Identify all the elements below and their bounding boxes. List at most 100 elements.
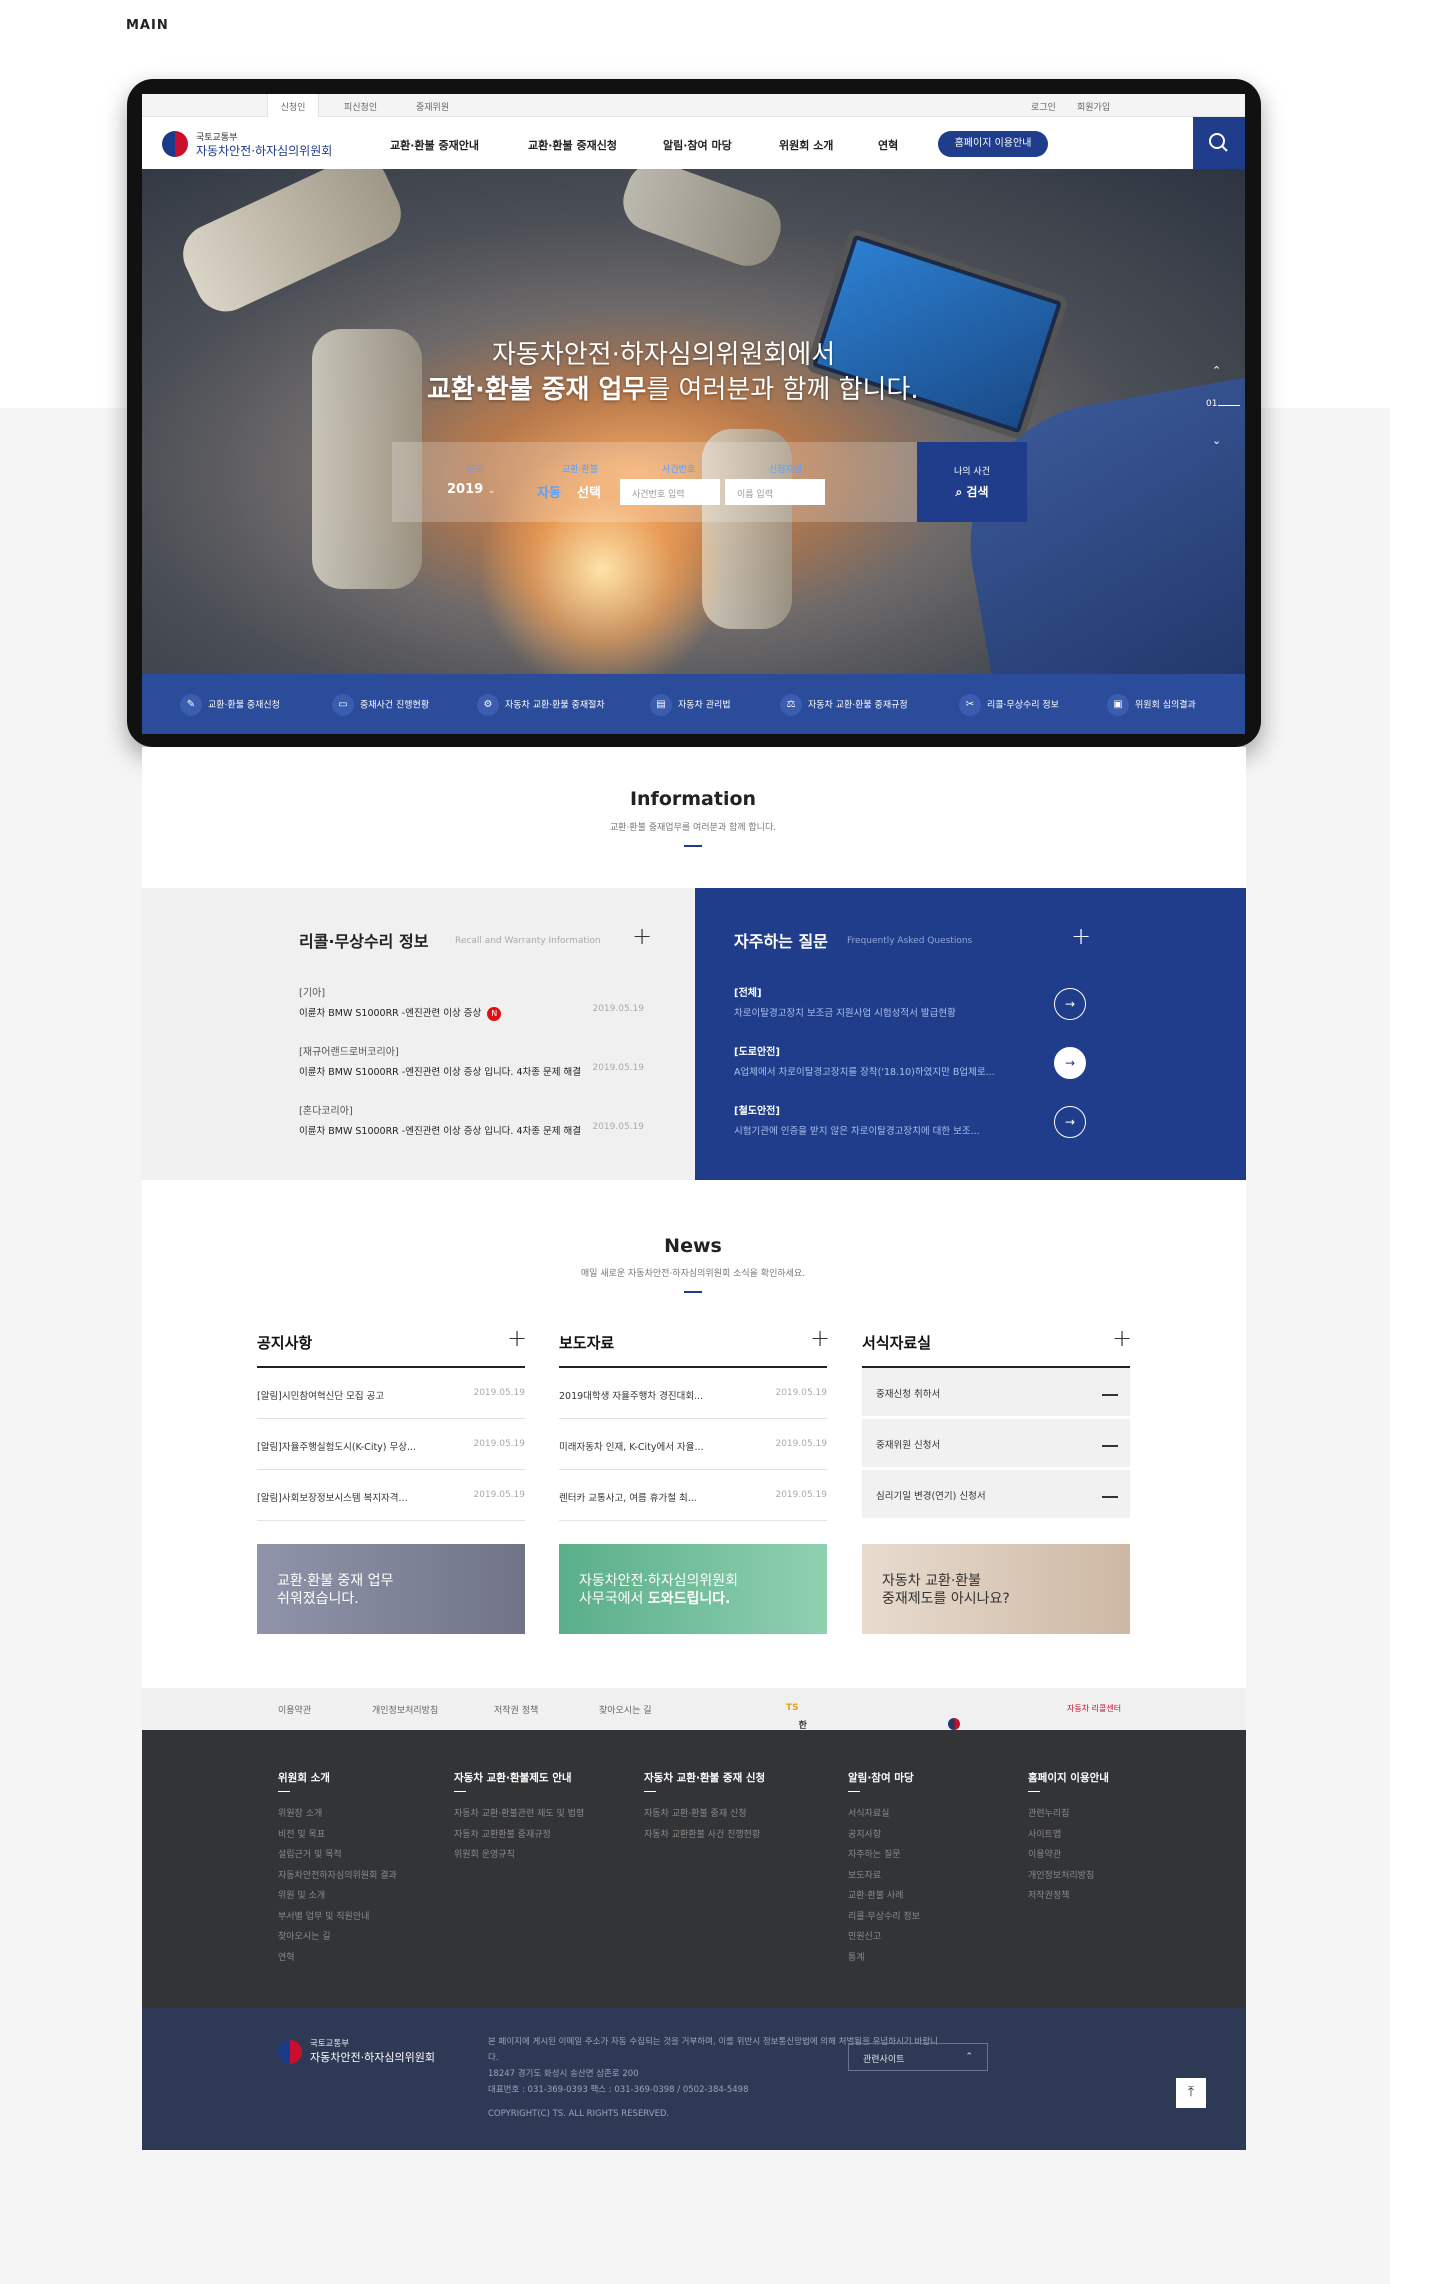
download-icon[interactable] — [1102, 1433, 1118, 1447]
footer-info: 국토교통부 자동차안전·하자심의위원회 본 페이지에 게시된 이메일 주소가 자… — [142, 2008, 1246, 2150]
recall-item[interactable]: [기아] 이륜차 BMW S1000RR -엔진관련 이상 증상 N 2019.0… — [299, 984, 644, 1021]
arrow-right-icon[interactable]: → — [1054, 1047, 1086, 1079]
type-auto[interactable]: 자동 — [537, 482, 561, 501]
arrow-right-icon[interactable]: → — [1054, 988, 1086, 1020]
applicant-name-input[interactable]: 이름 입력 — [725, 479, 825, 505]
press-title: 보도자료 — [559, 1334, 615, 1352]
footer-col-system: 자동차 교환·환불제도 안내 자동차 교환·환불관련 제도 및 법령 자동차 교환… — [454, 1772, 585, 1860]
footer-link-directions[interactable]: 찾아오시는 길 — [599, 1703, 652, 1716]
notice-row[interactable]: [알림]시민참여혁신단 모집 공고 2019.05.19 — [257, 1368, 525, 1419]
login-link[interactable]: 로그인 — [1031, 100, 1056, 113]
form-row[interactable]: 중재신청 취하서 — [862, 1368, 1130, 1416]
info-header-bg — [142, 747, 1246, 888]
type-label: 교환·환불 — [562, 465, 598, 475]
applicant-name-label: 신청자명 — [769, 465, 803, 475]
edit-icon: ✎ — [180, 694, 202, 716]
faq-item[interactable]: [철도안전] 시험기관에 인증을 받지 않은 차로이탈경고장치에 대한 보조..… — [734, 1102, 1034, 1137]
join-link[interactable]: 회원가입 — [1077, 100, 1110, 113]
tablet-image — [804, 227, 1070, 441]
hero-title-line2: 교환·환불 중재 업무를 여러분과 함께 합니다. — [427, 375, 919, 405]
partner-recall-center[interactable]: 자동차 리콜센터 — [1067, 1703, 1121, 1714]
notice-row[interactable]: [알림]자율주행실험도시(K-City) 무상... 2019.05.19 — [257, 1419, 525, 1470]
banner-help[interactable]: 자동차안전·하자심의위원회 사무국에서 도와드립니다. — [559, 1544, 827, 1634]
form-row[interactable]: 중재위원 신청서 — [862, 1419, 1130, 1467]
hero-visual: 자동차안전·하자심의위원회에서 교환·환불 중재 업무를 여러분과 함께 합니다… — [142, 169, 1245, 674]
press-row[interactable]: 2019대학생 자율주행차 경진대회... 2019.05.19 — [559, 1368, 827, 1419]
notice-more-icon[interactable]: + — [507, 1324, 527, 1352]
quick-item-rules[interactable]: ⚖ 자동차 교환·환불 중재규정 — [780, 694, 908, 716]
forms-more-icon[interactable]: + — [1112, 1324, 1132, 1352]
recall-en-title: Recall and Warranty Information — [455, 936, 601, 946]
nav-item-about[interactable]: 위원회 소개 — [779, 137, 833, 153]
recall-more-icon[interactable]: + — [632, 922, 652, 950]
nav-item-apply[interactable]: 교환·환불 중재신청 — [528, 137, 617, 153]
footer-sitemap: 위원회 소개 위원장 소개 비전 및 목표 설립근거 및 목적 자동차안전하자심의위원… — [142, 1730, 1246, 2008]
quick-item-recall[interactable]: ✂ 리콜·무상수리 정보 — [959, 694, 1059, 716]
news-title: News — [664, 1235, 722, 1257]
logo[interactable]: 국토교통부 자동차안전·하자심의위원회 — [162, 129, 342, 159]
partner-ts[interactable]: TS 한국교통안전공단 — [786, 1703, 807, 1822]
quick-menu: ✎ 교환·환불 중재신청 ▭ 중재사건 진행현황 ⚙ 자동차 교환·환불 중재절차 ▤… — [142, 674, 1245, 734]
slide-up-icon[interactable]: ⌃ — [1212, 364, 1221, 377]
quick-item-status[interactable]: ▭ 중재사건 진행현황 — [332, 694, 429, 716]
notice-row[interactable]: [알림]사회보장정보시스템 복지자격... 2019.05.19 — [257, 1470, 525, 1521]
my-case-label: 나의 사건 — [954, 467, 990, 477]
search-icon: ⌕ — [955, 485, 963, 499]
faq-more-icon[interactable]: + — [1071, 922, 1091, 950]
util-tab-arbitrator[interactable]: 중재위원 — [416, 100, 449, 113]
quick-item-apply[interactable]: ✎ 교환·환불 중재신청 — [180, 694, 280, 716]
process-icon: ⚙ — [477, 694, 499, 716]
chevron-up-icon: ⌃ — [965, 2052, 973, 2062]
info-divider — [684, 845, 702, 847]
util-tab-respondent[interactable]: 피신청인 — [344, 100, 377, 113]
news-subtitle: 매일 새로운 자동차안전·하자심의위원회 소식을 확인하세요. — [580, 1269, 806, 1279]
nav-item-history[interactable]: 연혁 — [878, 137, 898, 153]
page-label: MAIN — [126, 18, 169, 33]
recall-title: 리콜·무상수리 정보 — [299, 932, 429, 951]
arrow-right-icon[interactable]: → — [1054, 1106, 1086, 1138]
faq-item[interactable]: [도로안전] A업체에서 차로이탈경고장치를 장착('18.10)하였지만 B업… — [734, 1043, 1034, 1078]
footer-col-about: 위원회 소개 위원장 소개 비전 및 목표 설립근거 및 목적 자동차안전하자심의위원… — [278, 1772, 397, 1963]
banner-system[interactable]: 자동차 교환·환불 중재제도를 아시나요? — [862, 1544, 1130, 1634]
logo-name: 자동차안전·하자심의위원회 — [196, 144, 333, 158]
slide-index: 01 — [1206, 399, 1218, 409]
new-badge: N — [487, 1007, 502, 1021]
case-number-label: 사건번호 — [662, 465, 696, 475]
slide-down-icon[interactable]: ⌄ — [1212, 434, 1221, 447]
arrow-up-icon: ⤒ — [1187, 2084, 1195, 2100]
case-number-input[interactable]: 사건번호 입력 — [620, 479, 720, 505]
search-button[interactable] — [1193, 117, 1245, 169]
site-guide-button[interactable]: 홈페이지 이용안내 — [938, 131, 1048, 157]
quick-item-procedure[interactable]: ⚙ 자동차 교환·환불 중재절차 — [477, 694, 605, 716]
util-tab-applicant[interactable]: 신청인 — [267, 94, 319, 117]
download-icon[interactable] — [1102, 1484, 1118, 1498]
faq-item[interactable]: [전체] 차로이탈경고장치 보조금 지원사업 시험성적서 발급현황 — [734, 984, 1034, 1019]
type-select[interactable]: 선택 — [577, 482, 601, 501]
scroll-top-button[interactable]: ⤒ — [1176, 2078, 1206, 2108]
footer-link-privacy[interactable]: 개인정보처리방침 — [372, 1703, 438, 1716]
recall-item[interactable]: [혼다코리아] 이륜차 BMW S1000RR -엔진관련 이상 증상 입니다.… — [299, 1102, 644, 1137]
related-site-select[interactable]: 관련사이트 ⌃ — [848, 2043, 988, 2071]
scale-icon: ⚖ — [780, 694, 802, 716]
forms-title: 서식자료실 — [862, 1334, 932, 1352]
download-icon[interactable] — [1102, 1382, 1118, 1396]
nav-item-notice[interactable]: 알림·참여 마당 — [663, 137, 732, 153]
quick-item-result[interactable]: ▣ 위원회 심의결과 — [1107, 694, 1196, 716]
footer-link-terms[interactable]: 이용약관 — [278, 1703, 311, 1716]
main-nav: 국토교통부 자동차안전·하자심의위원회 교환·환불 중재안내 교환·환불 중재신… — [142, 117, 1245, 169]
year-select[interactable]: 2019 ⌄ — [447, 482, 495, 497]
quick-item-law[interactable]: ▤ 자동차 관리법 — [650, 694, 731, 716]
news-divider — [684, 1291, 702, 1293]
form-row[interactable]: 심리기일 변경(연기) 신청서 — [862, 1470, 1130, 1518]
press-row[interactable]: 렌터카 교통사고, 여름 휴가철 최... 2019.05.19 — [559, 1470, 827, 1521]
press-row[interactable]: 미래자동차 인재, K-City에서 자율... 2019.05.19 — [559, 1419, 827, 1470]
footer-link-copyright[interactable]: 저작권 정책 — [494, 1703, 538, 1716]
faq-en-title: Frequently Asked Questions — [847, 936, 973, 946]
case-search-button[interactable]: 나의 사건 ⌕ 검색 — [917, 442, 1027, 522]
recall-item[interactable]: [재규어랜드로버코리아] 이륜차 BMW S1000RR -엔진관련 이상 증상… — [299, 1043, 644, 1078]
press-more-icon[interactable]: + — [810, 1324, 830, 1352]
nav-item-guide[interactable]: 교환·환불 중재안내 — [390, 137, 479, 153]
hero-title-line1: 자동차안전·하자심의위원회에서 — [492, 340, 836, 370]
banner-easy[interactable]: 교환·환불 중재 업무 쉬워졌습니다. — [257, 1544, 525, 1634]
utility-bar: 신청인 피신청인 중재위원 로그인 회원가입 — [142, 94, 1245, 117]
